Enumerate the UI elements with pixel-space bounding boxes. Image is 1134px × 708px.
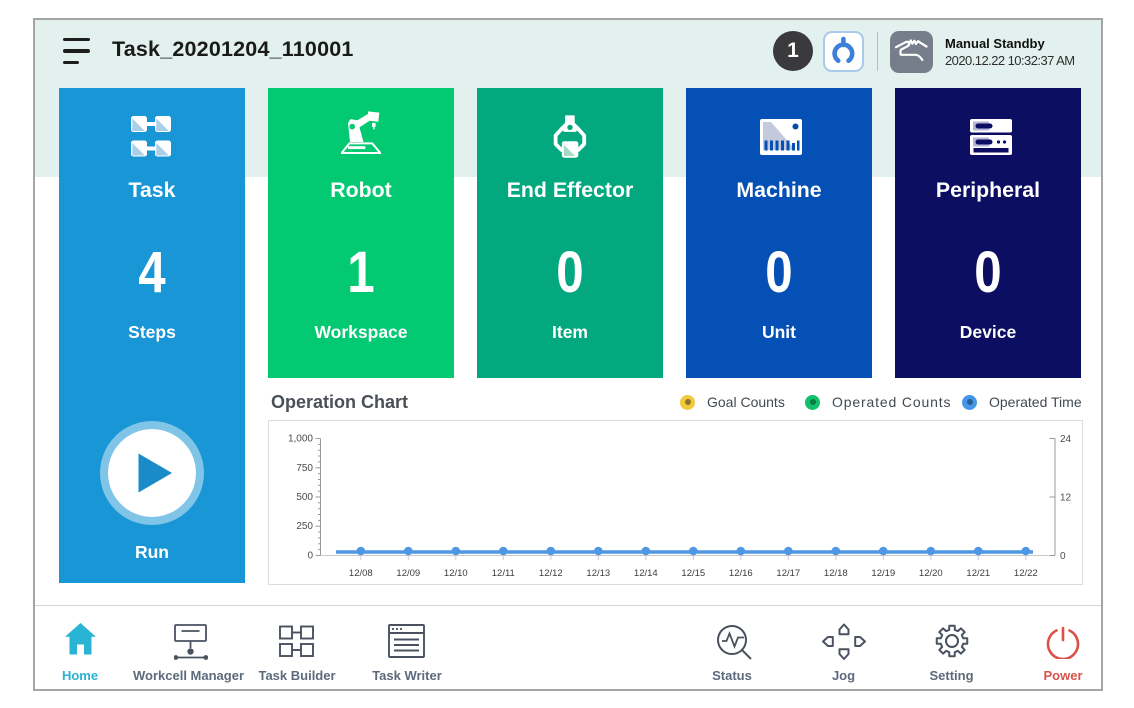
svg-text:500: 500 [296, 492, 313, 503]
svg-text:12/10: 12/10 [444, 568, 468, 579]
svg-text:12/16: 12/16 [729, 568, 753, 579]
svg-text:12/17: 12/17 [776, 568, 800, 579]
svg-text:12/22: 12/22 [1014, 568, 1038, 579]
svg-text:12/21: 12/21 [966, 568, 990, 579]
svg-text:12/09: 12/09 [396, 568, 420, 579]
svg-text:12/13: 12/13 [586, 568, 610, 579]
svg-text:12: 12 [1060, 493, 1072, 504]
svg-text:250: 250 [296, 521, 313, 532]
svg-text:12/08: 12/08 [349, 568, 373, 579]
svg-text:12/20: 12/20 [919, 568, 943, 579]
svg-text:12/15: 12/15 [681, 568, 705, 579]
svg-text:12/11: 12/11 [492, 568, 515, 579]
svg-text:12/19: 12/19 [871, 568, 895, 579]
svg-text:24: 24 [1060, 434, 1072, 445]
svg-text:12/18: 12/18 [824, 568, 848, 579]
svg-text:0: 0 [1060, 551, 1066, 562]
svg-text:0: 0 [307, 551, 313, 562]
svg-text:12/12: 12/12 [539, 568, 563, 579]
svg-text:1,000: 1,000 [288, 434, 313, 445]
svg-text:750: 750 [296, 463, 313, 474]
svg-text:12/14: 12/14 [634, 568, 658, 579]
